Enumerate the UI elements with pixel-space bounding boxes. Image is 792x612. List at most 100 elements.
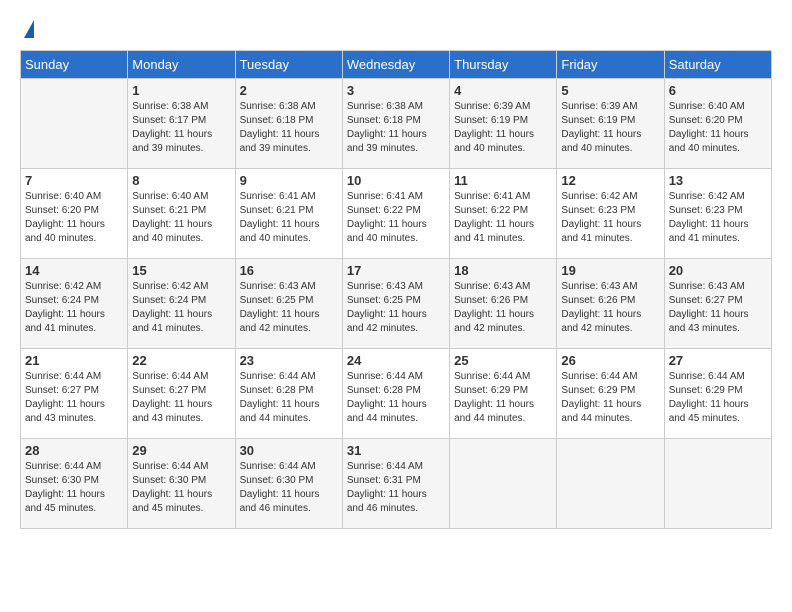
calendar-cell: 11 Sunrise: 6:41 AMSunset: 6:22 PMDayligh… <box>450 169 557 259</box>
day-number: 20 <box>669 263 767 278</box>
calendar-cell: 19 Sunrise: 6:43 AMSunset: 6:26 PMDayligh… <box>557 259 664 349</box>
calendar-cell: 13Sunrise: 6:42 AMSunset: 6:23 PMDayligh… <box>664 169 771 259</box>
logo-triangle-icon <box>24 20 34 38</box>
day-info: Sunrise: 6:43 AMSunset: 6:26 PMDaylight:… <box>561 280 659 336</box>
calendar-cell: 5 Sunrise: 6:39 AMSunset: 6:19 PMDaylight… <box>557 79 664 169</box>
calendar-cell: 1 Sunrise: 6:38 AMSunset: 6:17 PMDaylight… <box>128 79 235 169</box>
day-info: Sunrise: 6:40 AMSunset: 6:20 PMDaylight:… <box>669 100 767 156</box>
calendar-cell: 21 Sunrise: 6:44 AMSunset: 6:27 PMDayligh… <box>21 349 128 439</box>
day-number: 17 <box>347 263 445 278</box>
day-info: Sunrise: 6:44 AMSunset: 6:31 PMDaylight:… <box>347 460 445 516</box>
col-header-monday: Monday <box>128 51 235 79</box>
day-info: Sunrise: 6:42 AMSunset: 6:23 PMDaylight:… <box>669 190 767 246</box>
day-number: 23 <box>240 353 338 368</box>
day-number: 9 <box>240 173 338 188</box>
calendar-cell: 7 Sunrise: 6:40 AMSunset: 6:20 PMDaylight… <box>21 169 128 259</box>
day-number: 19 <box>561 263 659 278</box>
day-number: 24 <box>347 353 445 368</box>
day-number: 29 <box>132 443 230 458</box>
logo <box>20 20 34 40</box>
day-number: 14 <box>25 263 123 278</box>
day-number: 25 <box>454 353 552 368</box>
day-info: Sunrise: 6:38 AMSunset: 6:17 PMDaylight:… <box>132 100 230 156</box>
day-number: 3 <box>347 83 445 98</box>
day-number: 4 <box>454 83 552 98</box>
day-info: Sunrise: 6:41 AMSunset: 6:21 PMDaylight:… <box>240 190 338 246</box>
day-number: 7 <box>25 173 123 188</box>
day-number: 27 <box>669 353 767 368</box>
col-header-saturday: Saturday <box>664 51 771 79</box>
day-number: 10 <box>347 173 445 188</box>
col-header-tuesday: Tuesday <box>235 51 342 79</box>
day-number: 5 <box>561 83 659 98</box>
day-info: Sunrise: 6:39 AMSunset: 6:19 PMDaylight:… <box>454 100 552 156</box>
day-number: 1 <box>132 83 230 98</box>
calendar-cell: 18 Sunrise: 6:43 AMSunset: 6:26 PMDayligh… <box>450 259 557 349</box>
calendar-cell <box>664 439 771 529</box>
day-info: Sunrise: 6:43 AMSunset: 6:25 PMDaylight:… <box>347 280 445 336</box>
day-number: 21 <box>25 353 123 368</box>
day-info: Sunrise: 6:44 AMSunset: 6:28 PMDaylight:… <box>240 370 338 426</box>
calendar-header-row: SundayMondayTuesdayWednesdayThursdayFrid… <box>21 51 772 79</box>
day-info: Sunrise: 6:44 AMSunset: 6:28 PMDaylight:… <box>347 370 445 426</box>
day-info: Sunrise: 6:44 AMSunset: 6:30 PMDaylight:… <box>25 460 123 516</box>
page-header <box>20 20 772 40</box>
day-info: Sunrise: 6:38 AMSunset: 6:18 PMDaylight:… <box>240 100 338 156</box>
calendar-cell: 16Sunrise: 6:43 AMSunset: 6:25 PMDayligh… <box>235 259 342 349</box>
day-number: 15 <box>132 263 230 278</box>
calendar-cell: 17 Sunrise: 6:43 AMSunset: 6:25 PMDayligh… <box>342 259 449 349</box>
day-info: Sunrise: 6:44 AMSunset: 6:30 PMDaylight:… <box>132 460 230 516</box>
calendar-cell: 27Sunrise: 6:44 AMSunset: 6:29 PMDayligh… <box>664 349 771 439</box>
calendar-cell: 14 Sunrise: 6:42 AMSunset: 6:24 PMDayligh… <box>21 259 128 349</box>
calendar-cell <box>21 79 128 169</box>
week-row-3: 14 Sunrise: 6:42 AMSunset: 6:24 PMDayligh… <box>21 259 772 349</box>
day-info: Sunrise: 6:44 AMSunset: 6:30 PMDaylight:… <box>240 460 338 516</box>
day-number: 31 <box>347 443 445 458</box>
calendar-table: SundayMondayTuesdayWednesdayThursdayFrid… <box>20 50 772 529</box>
calendar-cell: 10 Sunrise: 6:41 AMSunset: 6:22 PMDayligh… <box>342 169 449 259</box>
day-info: Sunrise: 6:44 AMSunset: 6:27 PMDaylight:… <box>132 370 230 426</box>
day-number: 16 <box>240 263 338 278</box>
day-info: Sunrise: 6:38 AMSunset: 6:18 PMDaylight:… <box>347 100 445 156</box>
calendar-cell: 22 Sunrise: 6:44 AMSunset: 6:27 PMDayligh… <box>128 349 235 439</box>
calendar-cell: 2 Sunrise: 6:38 AMSunset: 6:18 PMDaylight… <box>235 79 342 169</box>
day-number: 2 <box>240 83 338 98</box>
day-number: 12 <box>561 173 659 188</box>
day-info: Sunrise: 6:42 AMSunset: 6:24 PMDaylight:… <box>25 280 123 336</box>
day-info: Sunrise: 6:41 AMSunset: 6:22 PMDaylight:… <box>347 190 445 246</box>
day-number: 6 <box>669 83 767 98</box>
calendar-cell: 8Sunrise: 6:40 AMSunset: 6:21 PMDaylight… <box>128 169 235 259</box>
calendar-cell: 4 Sunrise: 6:39 AMSunset: 6:19 PMDaylight… <box>450 79 557 169</box>
calendar-cell <box>557 439 664 529</box>
col-header-thursday: Thursday <box>450 51 557 79</box>
day-number: 22 <box>132 353 230 368</box>
day-info: Sunrise: 6:43 AMSunset: 6:26 PMDaylight:… <box>454 280 552 336</box>
day-info: Sunrise: 6:40 AMSunset: 6:20 PMDaylight:… <box>25 190 123 246</box>
col-header-wednesday: Wednesday <box>342 51 449 79</box>
calendar-cell: 31 Sunrise: 6:44 AMSunset: 6:31 PMDayligh… <box>342 439 449 529</box>
calendar-cell: 23 Sunrise: 6:44 AMSunset: 6:28 PMDayligh… <box>235 349 342 439</box>
week-row-4: 21 Sunrise: 6:44 AMSunset: 6:27 PMDayligh… <box>21 349 772 439</box>
calendar-cell: 3 Sunrise: 6:38 AMSunset: 6:18 PMDaylight… <box>342 79 449 169</box>
calendar-cell: 24 Sunrise: 6:44 AMSunset: 6:28 PMDayligh… <box>342 349 449 439</box>
calendar-cell: 30Sunrise: 6:44 AMSunset: 6:30 PMDayligh… <box>235 439 342 529</box>
day-number: 18 <box>454 263 552 278</box>
col-header-sunday: Sunday <box>21 51 128 79</box>
calendar-cell: 28 Sunrise: 6:44 AMSunset: 6:30 PMDayligh… <box>21 439 128 529</box>
day-info: Sunrise: 6:42 AMSunset: 6:23 PMDaylight:… <box>561 190 659 246</box>
calendar-cell: 29 Sunrise: 6:44 AMSunset: 6:30 PMDayligh… <box>128 439 235 529</box>
day-number: 28 <box>25 443 123 458</box>
day-info: Sunrise: 6:41 AMSunset: 6:22 PMDaylight:… <box>454 190 552 246</box>
day-number: 8 <box>132 173 230 188</box>
week-row-2: 7 Sunrise: 6:40 AMSunset: 6:20 PMDaylight… <box>21 169 772 259</box>
calendar-cell: 12 Sunrise: 6:42 AMSunset: 6:23 PMDayligh… <box>557 169 664 259</box>
calendar-cell: 25Sunrise: 6:44 AMSunset: 6:29 PMDayligh… <box>450 349 557 439</box>
day-info: Sunrise: 6:39 AMSunset: 6:19 PMDaylight:… <box>561 100 659 156</box>
calendar-cell: 15 Sunrise: 6:42 AMSunset: 6:24 PMDayligh… <box>128 259 235 349</box>
day-info: Sunrise: 6:42 AMSunset: 6:24 PMDaylight:… <box>132 280 230 336</box>
day-number: 11 <box>454 173 552 188</box>
calendar-cell: 6 Sunrise: 6:40 AMSunset: 6:20 PMDaylight… <box>664 79 771 169</box>
calendar-cell: 9 Sunrise: 6:41 AMSunset: 6:21 PMDaylight… <box>235 169 342 259</box>
day-info: Sunrise: 6:44 AMSunset: 6:27 PMDaylight:… <box>25 370 123 426</box>
day-info: Sunrise: 6:43 AMSunset: 6:27 PMDaylight:… <box>669 280 767 336</box>
